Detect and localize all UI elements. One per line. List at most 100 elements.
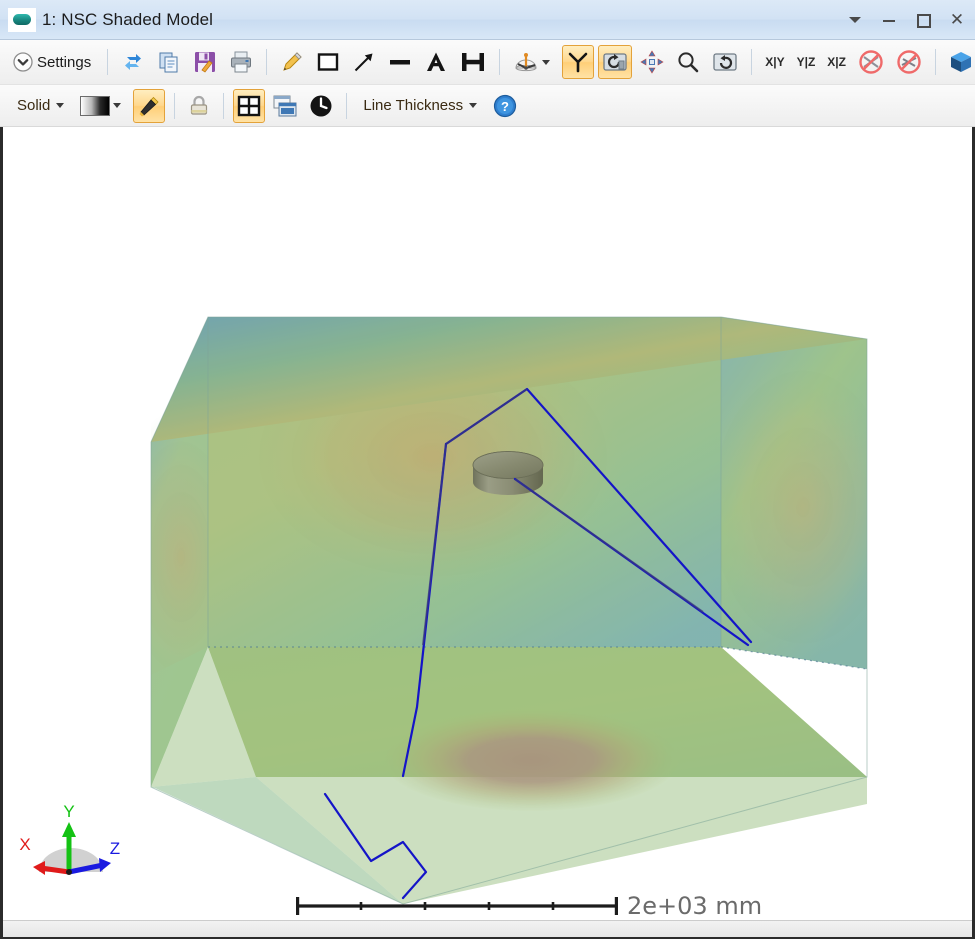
rectangle-annotation-button[interactable]: [312, 45, 344, 79]
lock-icon: [188, 94, 210, 118]
reset-view-icon: [712, 50, 738, 74]
chevron-down-icon: [542, 60, 550, 65]
rotate-about-axis-button[interactable]: [562, 45, 594, 79]
scale-bar-graphic: [295, 893, 625, 919]
toolbar-separator: [346, 93, 347, 119]
help-icon: ?: [493, 94, 517, 118]
settings-expander-icon: [12, 51, 34, 73]
rotate-view-icon: [602, 50, 628, 74]
color-gradient-icon: [80, 96, 110, 116]
render-mode-label: Solid: [14, 97, 53, 114]
chevron-down-icon: [56, 103, 64, 108]
text-annotation-icon: [424, 50, 448, 74]
orientation-icon: [513, 50, 539, 74]
orientation-button[interactable]: [509, 45, 558, 79]
window-controls: ✕: [847, 12, 965, 28]
axis-tripod-icon: [566, 50, 590, 74]
scale-bar-label: 2e+03 mm: [627, 892, 762, 920]
minimize-button[interactable]: [881, 12, 897, 28]
copy-icon: [157, 50, 181, 74]
toolbar-separator: [499, 49, 500, 75]
time-icon: [309, 94, 333, 118]
lighting-icon: [137, 94, 161, 118]
scene-render: Y X Z: [3, 127, 972, 920]
nsc-window-icon: [8, 8, 36, 32]
rectangle-annotation-icon: [316, 50, 340, 74]
zoom-button[interactable]: [672, 45, 704, 79]
toolbar-separator: [174, 93, 175, 119]
view-yz-button[interactable]: Y|Z: [793, 45, 820, 79]
toolbar-separator: [223, 93, 224, 119]
print-button[interactable]: [225, 45, 257, 79]
render-mode-dropdown[interactable]: Solid: [10, 89, 72, 123]
box-front-bottom-face: [151, 647, 867, 904]
color-ramp-dropdown[interactable]: [76, 89, 129, 123]
view-xy-button[interactable]: X|Y: [761, 45, 788, 79]
thick-line-icon: [388, 50, 412, 74]
save-icon: [193, 50, 217, 74]
pan-icon: [640, 50, 664, 74]
tile-windows-button[interactable]: [269, 89, 301, 123]
primary-toolbar: Settings: [0, 40, 975, 85]
hide-rays-button[interactable]: [854, 45, 888, 79]
tile-windows-icon: [273, 94, 297, 118]
lock-button[interactable]: [184, 89, 214, 123]
settings-button[interactable]: Settings: [8, 45, 98, 79]
line-button[interactable]: [384, 45, 416, 79]
save-button[interactable]: [189, 45, 221, 79]
fit-window-button[interactable]: [233, 89, 265, 123]
close-button[interactable]: ✕: [949, 12, 965, 28]
help-button[interactable]: ?: [489, 89, 521, 123]
cube-icon: [949, 50, 973, 74]
three-d-viewport[interactable]: Y X Z: [3, 127, 972, 920]
nsc-shaded-model-window: 1: NSC Shaded Model ✕ Settings: [0, 0, 975, 939]
rotate-view-button[interactable]: [598, 45, 632, 79]
three-d-view-button[interactable]: [945, 45, 975, 79]
chevron-down-icon: [113, 103, 121, 108]
toolbar-separator: [751, 49, 752, 75]
zoom-icon: [676, 50, 700, 74]
delete-rays-button[interactable]: [892, 45, 926, 79]
chevron-down-icon: [469, 103, 477, 108]
axis-y-label: Y: [63, 802, 74, 821]
svg-text:?: ?: [501, 99, 509, 114]
refresh-icon: [121, 50, 145, 74]
settings-label: Settings: [34, 54, 94, 71]
toolbar-separator: [935, 49, 936, 75]
view-xz-icon: X|Z: [827, 55, 846, 69]
toolbar-separator: [266, 49, 267, 75]
maximize-button[interactable]: [915, 12, 931, 28]
reset-view-button[interactable]: [708, 45, 742, 79]
fit-window-icon: [237, 94, 261, 118]
text-annotation-button[interactable]: [420, 45, 452, 79]
lighting-button[interactable]: [133, 89, 165, 123]
hide-rays-icon: [858, 49, 884, 75]
scale-bar: 2e+03 mm: [295, 892, 762, 920]
view-xz-button[interactable]: X|Z: [823, 45, 850, 79]
delete-rays-icon: [896, 49, 922, 75]
arrow-annotation-icon: [352, 50, 376, 74]
line-thickness-dropdown[interactable]: Line Thickness: [356, 89, 485, 123]
axis-triad: Y X Z: [19, 802, 120, 875]
detector-cylinder: [473, 452, 543, 496]
toolbar-separator: [107, 49, 108, 75]
line-annotation-button[interactable]: [276, 45, 308, 79]
animate-button[interactable]: [305, 89, 337, 123]
print-icon: [229, 50, 253, 74]
copy-button[interactable]: [153, 45, 185, 79]
refresh-button[interactable]: [117, 45, 149, 79]
volume-box: [111, 317, 903, 904]
view-yz-icon: Y|Z: [797, 55, 816, 69]
secondary-toolbar: Solid: [0, 85, 975, 127]
arrow-annotation-button[interactable]: [348, 45, 380, 79]
dimension-annotation-icon: [460, 50, 486, 74]
status-bar: [3, 920, 972, 937]
pan-button[interactable]: [636, 45, 668, 79]
axis-z-label: Z: [110, 839, 120, 858]
window-menu-chevron-icon[interactable]: [847, 12, 863, 28]
line-thickness-label: Line Thickness: [360, 97, 466, 114]
axis-x-label: X: [19, 835, 30, 854]
pencil-annotation-icon: [280, 50, 304, 74]
window-title: 1: NSC Shaded Model: [42, 10, 213, 30]
dimension-annotation-button[interactable]: [456, 45, 490, 79]
